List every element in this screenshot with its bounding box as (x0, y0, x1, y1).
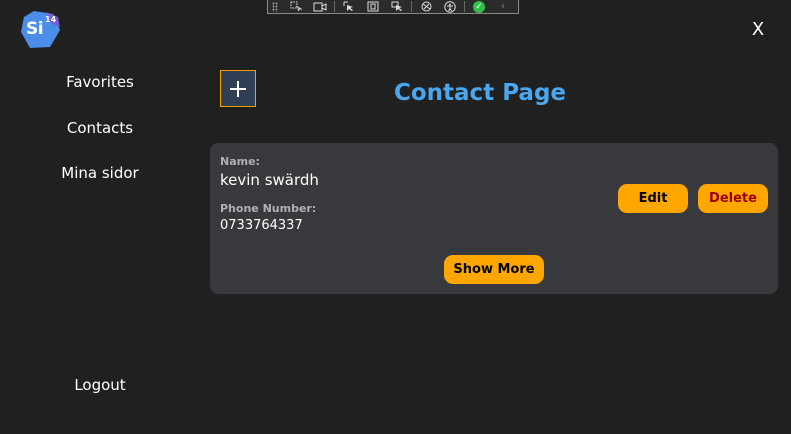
delete-button[interactable]: Delete (698, 184, 768, 213)
toolbar-separator (334, 1, 335, 12)
cursor-icon[interactable] (342, 1, 356, 13)
collapse-icon[interactable]: ‹ (496, 1, 510, 13)
cursor-frame-icon[interactable] (390, 1, 404, 13)
close-button[interactable]: X (748, 18, 768, 42)
record-icon[interactable] (313, 1, 327, 13)
toolbar-separator (464, 1, 465, 12)
plus-icon (230, 80, 246, 97)
binding-icon[interactable] (419, 1, 433, 13)
check-icon[interactable]: ✓ (472, 0, 486, 13)
sidebar-item-mina-sidor[interactable]: Mina sidor (0, 164, 200, 182)
select-element-icon[interactable] (289, 1, 303, 13)
drag-grip-icon[interactable] (272, 1, 278, 12)
edit-button[interactable]: Edit (618, 184, 688, 213)
toolbar-separator (411, 1, 412, 12)
app-logo: Si 14 (20, 10, 60, 50)
sidebar-item-favorites[interactable]: Favorites (0, 73, 200, 91)
add-contact-button[interactable] (220, 70, 256, 107)
name-label: Name: (220, 155, 260, 168)
logo-superscript: 14 (45, 15, 57, 24)
contact-card: Name: kevin swärdh Phone Number: 0733764… (210, 143, 778, 294)
accessibility-icon[interactable] (443, 0, 457, 13)
phone-label: Phone Number: (220, 202, 317, 215)
contact-name: kevin swärdh (220, 171, 319, 189)
debug-toolbar: ✓ ‹ (267, 0, 519, 14)
logout-button[interactable]: Logout (0, 376, 200, 394)
sidebar-item-contacts[interactable]: Contacts (0, 119, 200, 137)
contact-phone: 0733764337 (220, 218, 303, 233)
frame-icon[interactable] (366, 1, 380, 13)
page-title: Contact Page (393, 80, 567, 106)
show-more-button[interactable]: Show More (444, 255, 544, 284)
logo-text: Si (26, 19, 44, 39)
